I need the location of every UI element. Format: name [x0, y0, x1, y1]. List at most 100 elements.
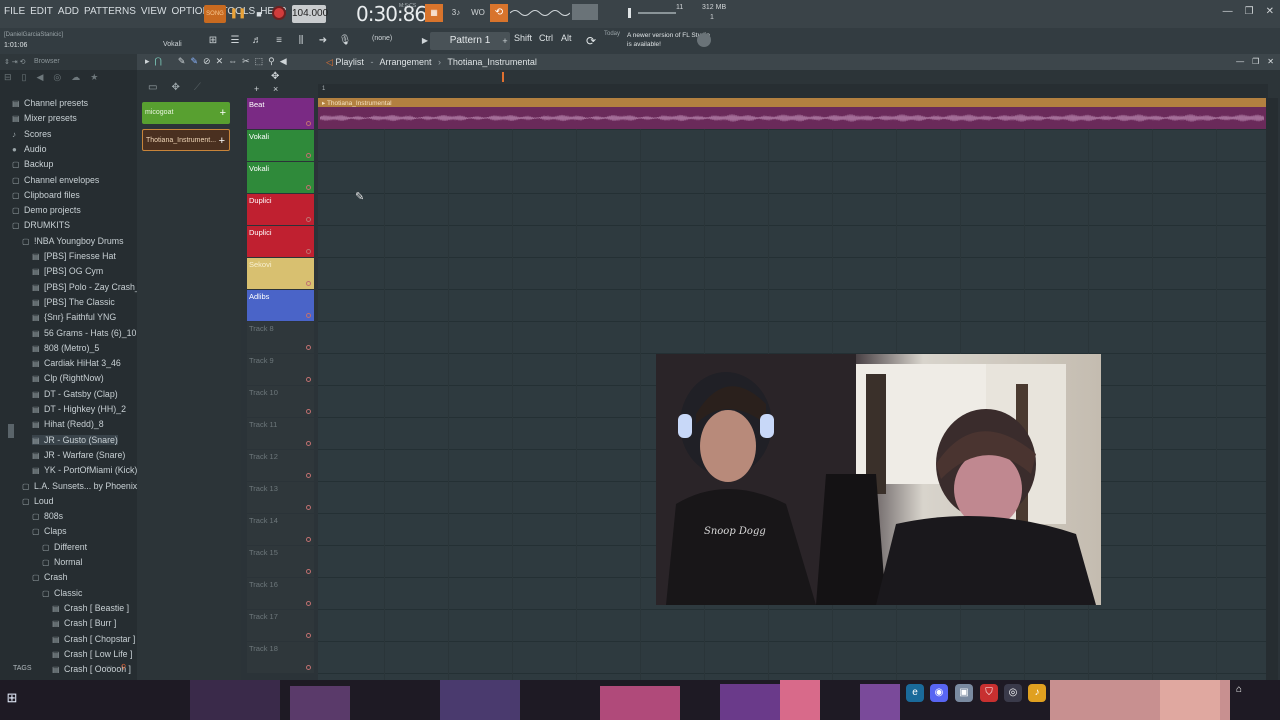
channel-rack-icon[interactable]: ≡	[270, 32, 288, 50]
select-icon[interactable]: ⬚	[255, 56, 264, 67]
browser-all-icon[interactable]: ⊟	[4, 72, 12, 90]
browser-item[interactable]: ▤ [PBS] The Classic	[32, 297, 115, 307]
loop-record-button[interactable]: ⟲	[490, 4, 508, 22]
browser-item[interactable]: ▤ Crash [ Low Life ]	[52, 649, 132, 659]
track-mute-icon[interactable]	[306, 345, 311, 350]
menu-item-patterns[interactable]: PATTERNS	[84, 6, 136, 17]
magnet-icon[interactable]: ⋂	[155, 56, 162, 67]
track-header[interactable]: Vokali	[247, 130, 314, 161]
browser-item[interactable]: ● Audio	[12, 144, 47, 154]
browser-item[interactable]: ▢ Channel envelopes	[12, 175, 99, 185]
browser-item[interactable]: ▢ Normal	[42, 557, 82, 567]
track-header[interactable]: Track 14	[247, 514, 314, 545]
browser-current-icon[interactable]: ◎	[53, 72, 61, 90]
song-mode-button[interactable]: SONG	[204, 5, 226, 23]
audio-clip-header[interactable]	[318, 98, 1266, 107]
tray-network-icon[interactable]: ⌂	[1236, 684, 1242, 695]
mute-icon[interactable]: ✕	[216, 56, 224, 67]
track-header[interactable]: Duplici	[247, 226, 314, 257]
track-mute-icon[interactable]	[306, 505, 311, 510]
edge-icon[interactable]: e	[906, 684, 924, 702]
picker-patterns-icon[interactable]: ▭	[148, 82, 157, 96]
playhead[interactable]	[502, 72, 504, 82]
track-header[interactable]: Track 10	[247, 386, 314, 417]
track-mute-icon[interactable]	[306, 121, 311, 126]
browser-item[interactable]: ▤ Crash [ Burr ]	[52, 618, 116, 628]
add-clip-icon[interactable]: +	[219, 130, 225, 150]
menu-item-file[interactable]: FILE	[4, 6, 25, 17]
update-icon[interactable]	[697, 33, 711, 47]
track-header[interactable]: Track 12	[247, 450, 314, 481]
browser-item[interactable]: ▢ L.A. Sunsets... by Phoenix)	[22, 481, 140, 491]
browser-item[interactable]: ▤ Crash [ Beastie ]	[52, 603, 129, 613]
microphone-icon[interactable]: 🎙	[336, 32, 354, 50]
timeline-ruler[interactable]	[318, 84, 1268, 98]
picker-move-icon[interactable]: ✥	[171, 82, 179, 96]
browser-item[interactable]: ▢ DRUMKITS	[12, 220, 70, 230]
browser-item[interactable]: ♪ Scores	[12, 129, 51, 139]
clip-source-thotiana[interactable]: Thotiana_Instrument... +	[142, 129, 230, 151]
clip-source-micogoat[interactable]: micogoat +	[142, 102, 230, 124]
wait-for-input-button[interactable]: WO	[469, 4, 487, 22]
browser-item[interactable]: ▢ Clipboard files	[12, 190, 80, 200]
track-mute-icon[interactable]	[306, 633, 311, 638]
track-header[interactable]: Track 15	[247, 546, 314, 577]
track-mute-icon[interactable]	[306, 377, 311, 382]
browser-file-icon[interactable]: ▯	[22, 72, 27, 90]
add-track-icon[interactable]: +	[254, 84, 259, 94]
track-header[interactable]: Track 11	[247, 418, 314, 449]
track-mute-icon[interactable]	[306, 217, 311, 222]
track-mute-icon[interactable]	[306, 473, 311, 478]
tempo-display[interactable]: 104.000	[292, 5, 328, 23]
track-header[interactable]: Vokali	[247, 162, 314, 193]
browser-item[interactable]: ▤ [PBS] OG Cym	[32, 266, 103, 276]
browser-item[interactable]: ▤ Mixer presets	[12, 113, 77, 123]
metronome-button[interactable]: ▦	[425, 4, 443, 22]
plugin-picker-icon[interactable]: ➜	[314, 32, 332, 50]
browser-item[interactable]: ▤ [PBS] Finesse Hat	[32, 251, 116, 261]
ctrl-key-button[interactable]: Ctrl	[539, 33, 553, 43]
browser-item[interactable]: ▤ Cardiak HiHat 3_46	[32, 358, 121, 368]
track-header[interactable]: Track 17	[247, 610, 314, 641]
browser-arrows-icon[interactable]: ⇕ ⇥ ⟲	[4, 58, 26, 66]
close-button[interactable]: ✕	[1266, 6, 1274, 17]
browser-scrollbar[interactable]	[8, 424, 14, 438]
track-mute-icon[interactable]	[306, 569, 311, 574]
slip-icon[interactable]: ⇔	[228, 56, 237, 67]
track-mute-icon[interactable]	[306, 665, 311, 670]
track-mute-icon[interactable]	[306, 441, 311, 446]
browser-item[interactable]: ▤ Hihat (Redd)_8	[32, 419, 104, 429]
track-mute-icon[interactable]	[306, 537, 311, 542]
track-header[interactable]: Track 9	[247, 354, 314, 385]
browser-item[interactable]: ▤ YK - PortOfMiami (Kick)_2	[32, 465, 147, 475]
browser-item[interactable]: ▤ Channel presets	[12, 98, 88, 108]
browser-item[interactable]: ▤ [PBS] Polo - Zay Crash_3	[32, 282, 145, 292]
browser-item[interactable]: ▢ Classic	[42, 588, 82, 598]
alt-key-button[interactable]: Alt	[561, 33, 572, 43]
track-header[interactable]: Track 18	[247, 642, 314, 673]
track-header[interactable]: Track 13	[247, 482, 314, 513]
shift-key-button[interactable]: Shift	[514, 33, 532, 43]
browser-item[interactable]: ▢ 808s	[32, 511, 63, 521]
track-header[interactable]: Track 8	[247, 322, 314, 353]
start-button[interactable]: ⊞	[4, 690, 20, 706]
tags-folder-icon[interactable]: ▭	[106, 663, 113, 671]
browser-item[interactable]: ▤ 808 (Metro)_5	[32, 343, 99, 353]
browser-item[interactable]: ▤ DT - Highkey (HH)_2	[32, 404, 126, 414]
piano-roll-icon[interactable]: ♬	[248, 32, 266, 50]
shield-icon[interactable]: ⛉	[980, 684, 998, 702]
track-header[interactable]: Sekovi	[247, 258, 314, 289]
pause-button[interactable]: ❚❚	[229, 5, 247, 23]
track-mute-icon[interactable]	[306, 249, 311, 254]
browser-item[interactable]: ▢ Different	[42, 542, 87, 552]
track-header[interactable]: Track 16	[247, 578, 314, 609]
track-mute-icon[interactable]	[306, 313, 311, 318]
playlist-menu-icon[interactable]: ▸	[145, 56, 150, 67]
menu-item-view[interactable]: VIEW	[141, 6, 167, 17]
paint-icon[interactable]: ✎	[190, 56, 198, 67]
browser-star-icon[interactable]: ★	[90, 72, 98, 90]
news-icon[interactable]: ⟳	[582, 32, 600, 50]
browser-item[interactable]: ▢ Claps	[32, 526, 67, 536]
playlist-vertical-scrollbar[interactable]	[1266, 98, 1278, 680]
countdown-button[interactable]: 3♪	[447, 4, 465, 22]
